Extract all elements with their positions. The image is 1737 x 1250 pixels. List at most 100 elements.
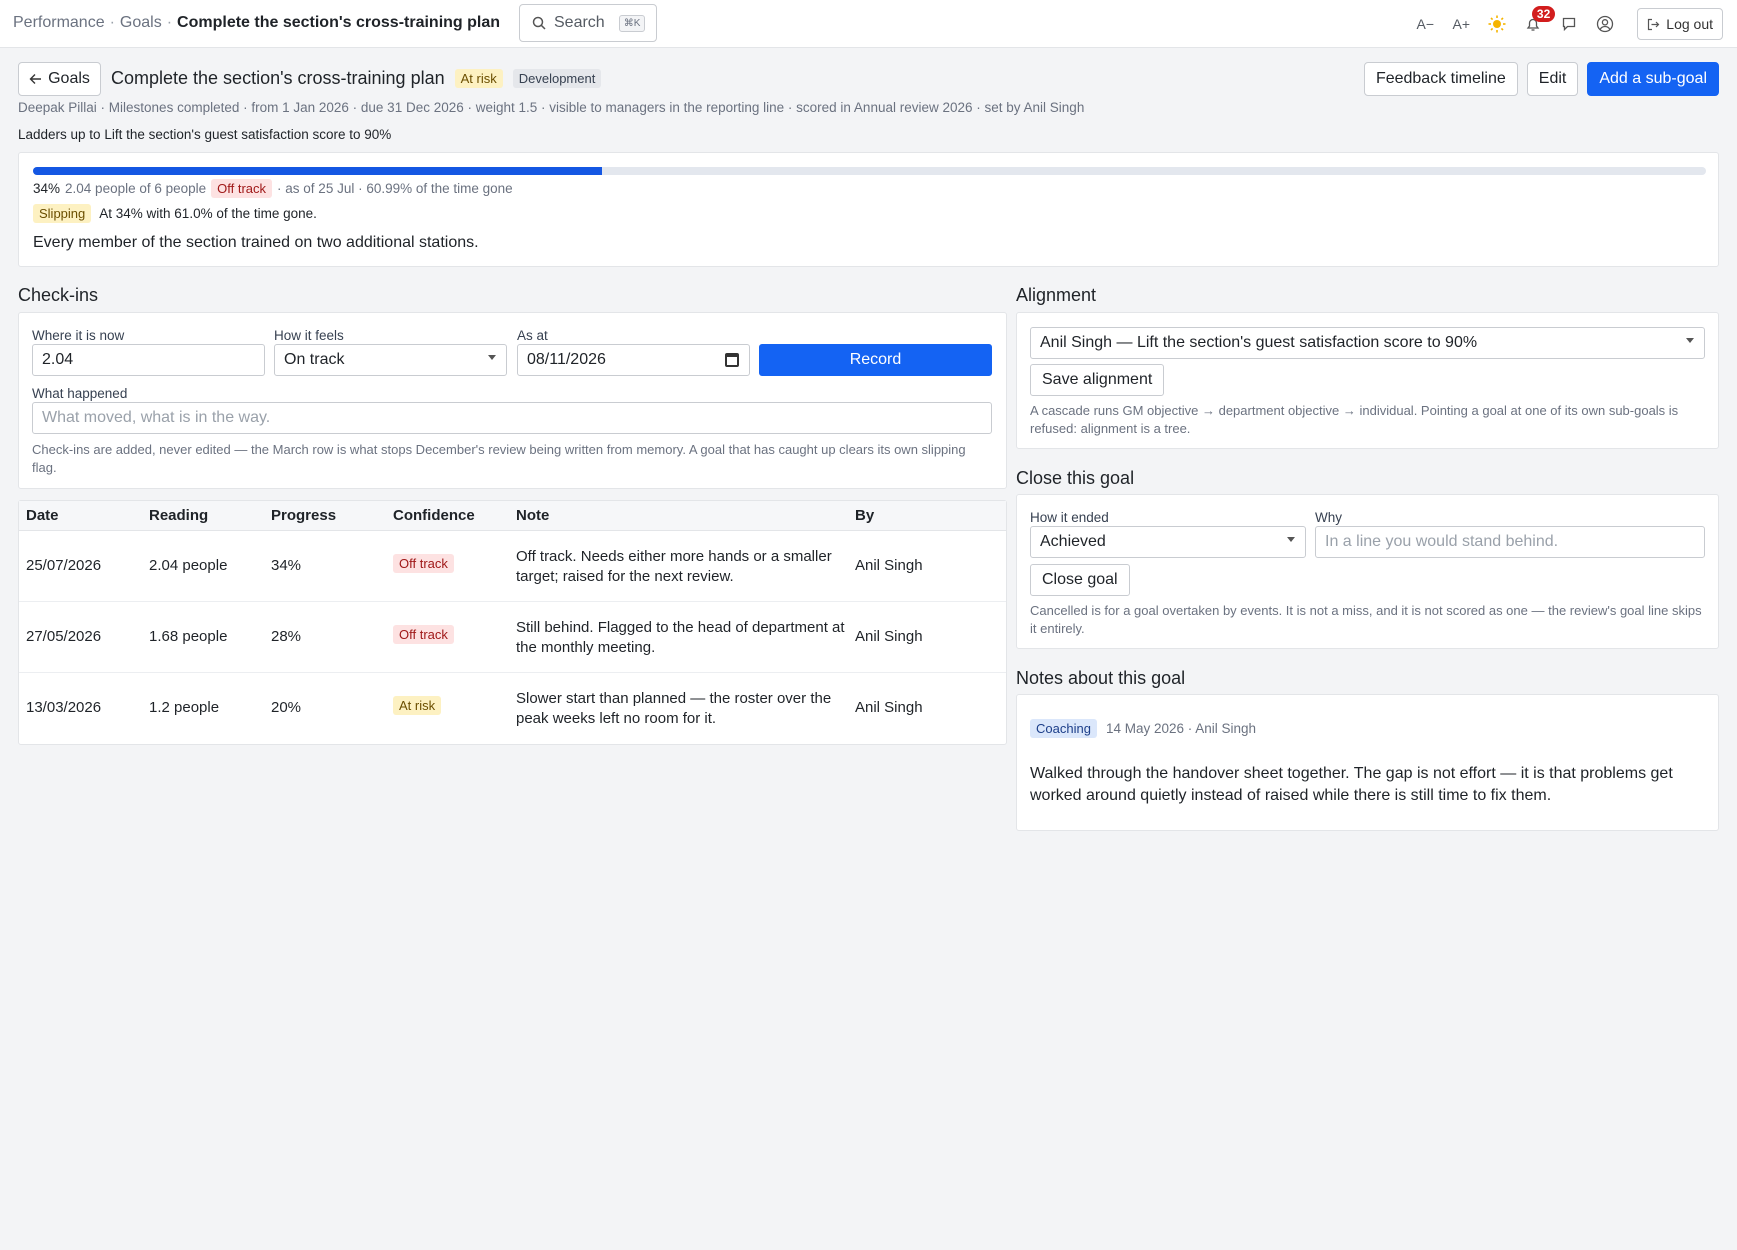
checkins-table: Date Reading Progress Confidence Note By… <box>18 500 1007 745</box>
logout-button[interactable]: Log out <box>1637 8 1723 40</box>
col-date: Date <box>26 507 59 524</box>
alignment-heading: Alignment <box>1016 285 1097 305</box>
note-date-author: 14 May 2026 · Anil Singh <box>1105 721 1257 736</box>
breadcrumb-goals[interactable]: Goals <box>120 14 162 31</box>
progress-amount: 2.04 people of 6 people <box>65 181 207 196</box>
note-card: Coaching 14 May 2026 · Anil Singh Walked… <box>1016 694 1719 831</box>
search-icon <box>532 16 546 30</box>
calendar-icon <box>725 353 739 367</box>
cell-note: Still behind. Flagged to the head of dep… <box>516 619 845 656</box>
arrow-left-icon <box>29 74 42 84</box>
table-row: 25/07/2026 2.04 people 34% Off track Off… <box>19 531 1006 602</box>
status-badge: At risk <box>454 69 503 88</box>
font-smaller-button[interactable]: A− <box>1409 8 1441 40</box>
user-circle-icon <box>1597 15 1614 33</box>
cell-progress: 20% <box>271 699 302 716</box>
progress-percent: 34% <box>33 181 61 196</box>
record-button[interactable]: Record <box>759 344 992 376</box>
logout-icon <box>1648 18 1660 30</box>
header-actions: Feedback timeline Edit Add a sub-goal <box>1363 62 1719 96</box>
page-title: Complete the section's cross-training pl… <box>111 68 445 88</box>
asat-date-input[interactable]: 08/11/2026 <box>517 344 750 376</box>
alignment-card: Anil Singh — Lift the section's guest sa… <box>1016 312 1719 449</box>
message-icon <box>1563 17 1576 32</box>
confidence-badge: At risk <box>393 696 442 715</box>
col-confidence: Confidence <box>393 507 475 524</box>
happened-input[interactable]: What moved, what is in the way. <box>32 402 992 434</box>
checkin-form: Where it is now 2.04 How it feels On tra… <box>18 312 1007 489</box>
profile-button[interactable] <box>1589 8 1621 40</box>
cell-progress: 34% <box>271 557 302 574</box>
chevron-down-icon <box>488 355 496 360</box>
confidence-badge: Off track <box>393 625 454 644</box>
ended-label: How it ended <box>1030 510 1109 525</box>
cell-reading: 2.04 people <box>149 557 228 574</box>
where-label: Where it is now <box>32 328 125 343</box>
search-shortcut: ⌘K <box>618 14 646 32</box>
alignment-help: A cascade runs GM objective → department… <box>1030 403 1679 436</box>
feedback-timeline-button[interactable]: Feedback timeline <box>1363 62 1518 96</box>
note-meta: Coaching 14 May 2026 · Anil Singh <box>1030 719 1256 738</box>
cell-progress: 28% <box>271 628 302 645</box>
chevron-down-icon <box>1287 537 1295 542</box>
notes-heading: Notes about this goal <box>1016 668 1186 688</box>
cell-reading: 1.68 people <box>149 628 228 645</box>
ladders-up-line: Ladders up to Lift the section's guest s… <box>18 127 392 142</box>
logout-label: Log out <box>1666 16 1713 32</box>
table-row: 27/05/2026 1.68 people 28% Off track Sti… <box>19 602 1006 673</box>
cell-by: Anil Singh <box>855 557 923 574</box>
cell-reading: 1.2 people <box>149 699 220 716</box>
progress-bar <box>33 167 1706 175</box>
checkins-heading: Check-ins <box>18 285 99 305</box>
ended-value: Achieved <box>1040 533 1106 550</box>
back-label: Goals <box>48 70 90 87</box>
close-goal-button[interactable]: Close goal <box>1030 564 1130 596</box>
search-label: Search <box>554 14 605 31</box>
save-alignment-button[interactable]: Save alignment <box>1030 364 1165 396</box>
col-note: Note <box>516 507 550 524</box>
note-type-badge: Coaching <box>1030 719 1097 738</box>
why-label: Why <box>1315 510 1342 525</box>
back-to-goals-button[interactable]: Goals <box>18 62 101 96</box>
goal-meta: Deepak Pillai · Milestones completed · f… <box>18 100 1085 115</box>
cell-date: 13/03/2026 <box>26 699 102 716</box>
slipping-text: At 34% with 61.0% of the time gone. <box>99 206 317 221</box>
goal-title-row: Complete the section's cross-training pl… <box>111 68 602 89</box>
edit-button[interactable]: Edit <box>1526 62 1579 96</box>
notifications-button[interactable]: 32 <box>1517 6 1556 40</box>
goal-description: Every member of the section trained on t… <box>33 234 479 251</box>
ended-select[interactable]: Achieved <box>1030 526 1306 558</box>
alignment-select[interactable]: Anil Singh — Lift the section's guest sa… <box>1030 327 1705 359</box>
why-input[interactable]: In a line you would stand behind. <box>1315 526 1705 558</box>
progress-card: 34% 2.04 people of 6 people Off track · … <box>18 152 1719 267</box>
cell-date: 27/05/2026 <box>26 628 102 645</box>
close-goal-heading: Close this goal <box>1016 468 1135 488</box>
checkin-help: Check-ins are added, never edited — the … <box>32 442 966 475</box>
cell-note: Off track. Needs either more hands or a … <box>516 548 832 585</box>
where-input[interactable]: 2.04 <box>32 344 265 376</box>
asat-label: As at <box>517 328 548 343</box>
col-by: By <box>855 507 875 524</box>
asat-value: 08/11/2026 <box>527 351 606 368</box>
cell-by: Anil Singh <box>855 628 923 645</box>
progress-bar-fill <box>33 167 602 175</box>
progress-status-badge: Off track <box>211 179 273 198</box>
font-larger-button[interactable]: A+ <box>1445 8 1477 40</box>
slipping-line: Slipping At 34% with 61.0% of the time g… <box>33 204 317 223</box>
confidence-badge: Off track <box>393 554 454 573</box>
feedback-button[interactable] <box>1553 8 1585 40</box>
close-goal-help: Cancelled is for a goal overtaken by eve… <box>1030 603 1702 636</box>
search-button[interactable]: Search ⌘K <box>519 4 657 42</box>
add-sub-goal-button[interactable]: Add a sub-goal <box>1587 62 1719 96</box>
type-badge: Development <box>512 69 602 88</box>
cell-by: Anil Singh <box>855 699 923 716</box>
alignment-value: Anil Singh — Lift the section's guest sa… <box>1040 334 1478 351</box>
feels-value: On track <box>284 351 345 368</box>
top-actions: A− A+ 32 Log out <box>1405 6 1723 42</box>
theme-toggle[interactable] <box>1481 8 1513 40</box>
feels-select[interactable]: On track <box>274 344 507 376</box>
breadcrumb: Performance · Goals · Complete the section's… <box>13 14 501 31</box>
col-reading: Reading <box>149 507 209 524</box>
breadcrumb-performance[interactable]: Performance <box>13 14 105 31</box>
cell-note: Slower start than planned — the roster o… <box>516 690 832 727</box>
